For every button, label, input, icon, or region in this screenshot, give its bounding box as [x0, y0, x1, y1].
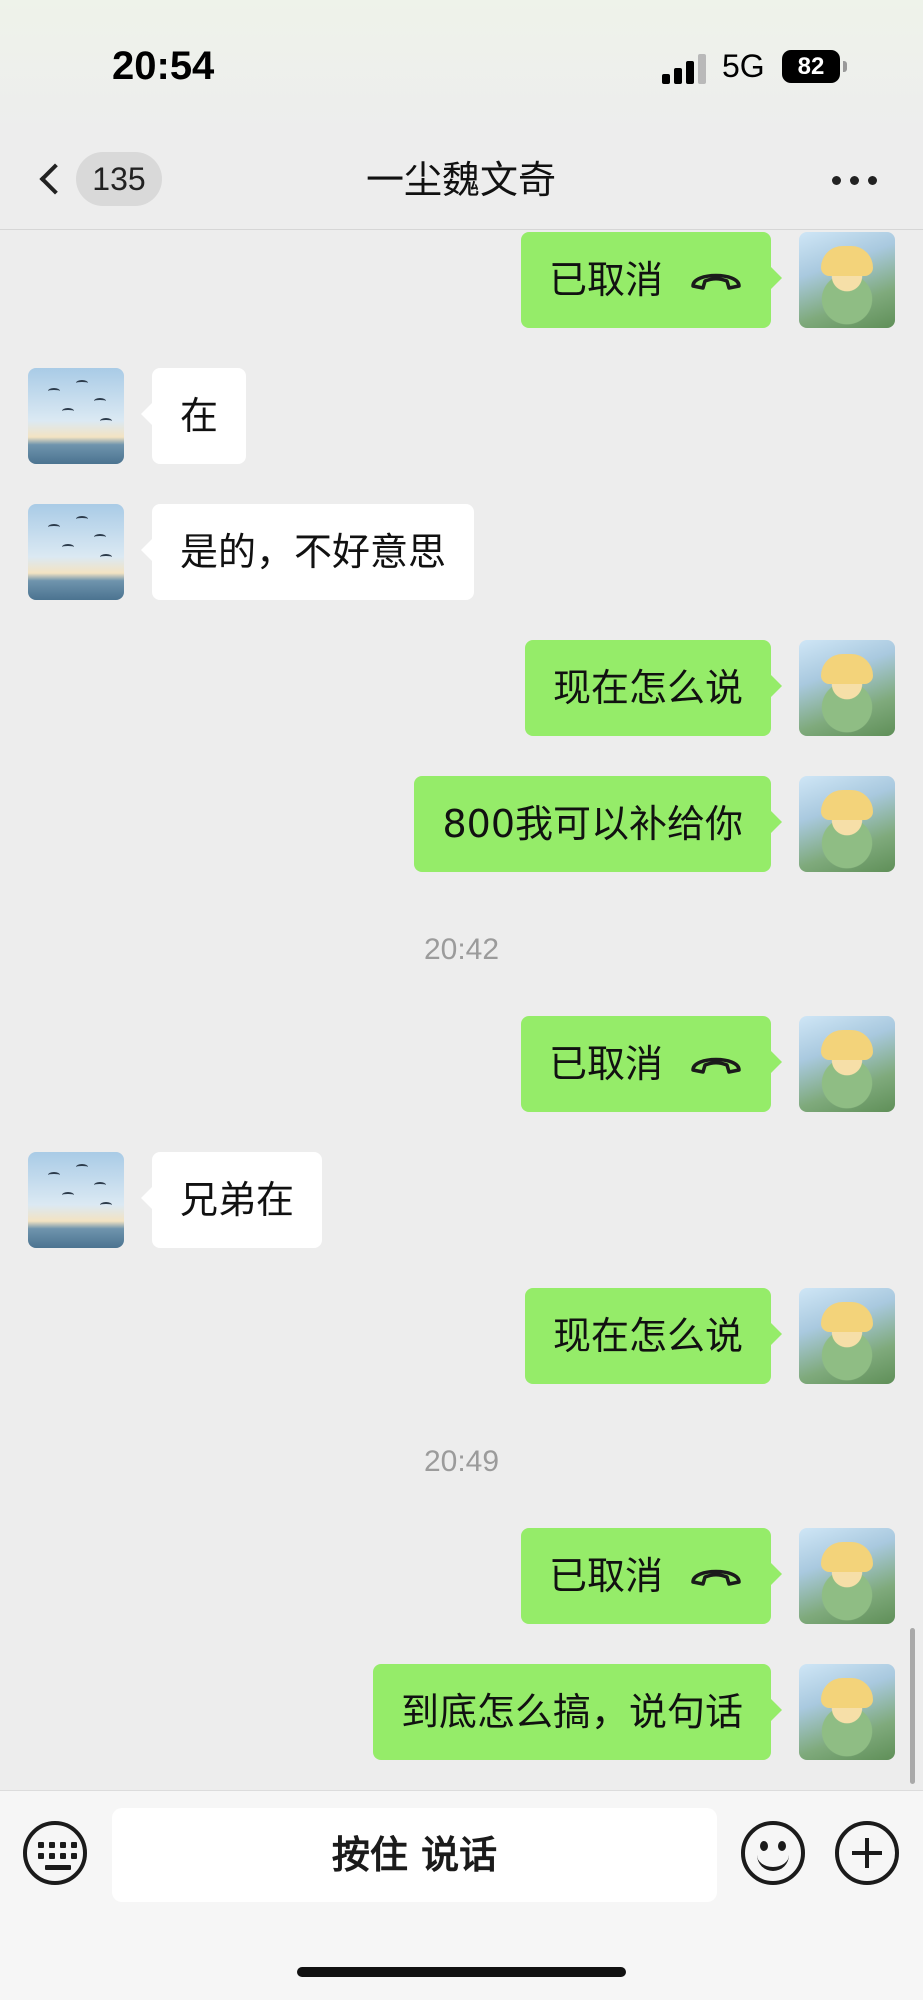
message-bubble[interactable]: 兄弟在 [140, 1152, 323, 1248]
signal-icon [662, 52, 710, 84]
message-row: 800我可以补给你 [0, 776, 923, 872]
my-avatar[interactable] [799, 1664, 895, 1760]
message-bubble[interactable]: 是的，不好意思 [140, 504, 475, 600]
message-bubble[interactable]: 800我可以补给你 [414, 776, 782, 872]
chat-header: 135 一尘魏文奇 [0, 130, 923, 230]
keyboard-icon[interactable] [23, 1821, 87, 1885]
call-declined-icon [691, 1057, 741, 1074]
message-bubble[interactable]: 在 [140, 368, 247, 464]
message-timestamp: 20:42 [423, 933, 500, 966]
scrollbar[interactable] [910, 1628, 915, 1784]
my-avatar[interactable] [799, 1528, 895, 1624]
call-canceled-bubble[interactable]: 已取消 [520, 1016, 783, 1112]
call-canceled-bubble[interactable]: 已取消 [520, 232, 783, 328]
message-text: 已取消 [548, 1042, 663, 1086]
back-button[interactable]: 135 [30, 152, 170, 208]
message-row: 到底怎么搞，说句话 [0, 1664, 923, 1760]
contact-avatar[interactable] [28, 368, 124, 464]
status-bar: 20:54 5G 82 [0, 0, 923, 130]
message-text: 已取消 [548, 258, 663, 302]
more-options-button[interactable] [832, 176, 878, 188]
status-time: 20:54 [112, 44, 215, 88]
chat-title: 一尘魏文奇 [365, 158, 556, 202]
message-list[interactable]: 已取消 在 是的，不好意思 现在怎么说 800我可以补给你 20:42 已取消 [0, 230, 923, 1790]
my-avatar[interactable] [799, 640, 895, 736]
message-bubble[interactable]: 到底怎么搞，说句话 [372, 1664, 783, 1760]
my-avatar[interactable] [799, 1016, 895, 1112]
unread-count-badge: 135 [76, 152, 162, 206]
emoji-icon[interactable] [741, 1821, 805, 1885]
message-row: 兄弟在 [0, 1152, 923, 1248]
message-row: 已取消 [0, 1528, 923, 1624]
message-row: 现在怎么说 [0, 640, 923, 736]
hold-to-talk-button[interactable]: 按住 说话 [112, 1808, 717, 1902]
call-declined-icon [691, 273, 741, 290]
my-avatar[interactable] [799, 776, 895, 872]
input-bar: 按住 说话 [0, 1790, 923, 2000]
message-row: 已取消 [0, 232, 923, 328]
message-timestamp: 20:49 [423, 1445, 500, 1478]
chevron-left-icon [39, 163, 71, 195]
contact-avatar[interactable] [28, 1152, 124, 1248]
plus-icon[interactable] [835, 1821, 899, 1885]
contact-avatar[interactable] [28, 504, 124, 600]
my-avatar[interactable] [799, 232, 895, 328]
call-declined-icon [691, 1569, 741, 1586]
message-bubble[interactable]: 现在怎么说 [524, 640, 783, 736]
battery-icon: 82 [782, 50, 847, 83]
call-canceled-bubble[interactable]: 已取消 [520, 1528, 783, 1624]
network-type: 5G [722, 48, 765, 84]
message-bubble[interactable]: 现在怎么说 [524, 1288, 783, 1384]
home-indicator[interactable] [297, 1967, 626, 1977]
message-text: 已取消 [548, 1554, 663, 1598]
message-row: 现在怎么说 [0, 1288, 923, 1384]
message-row: 已取消 [0, 1016, 923, 1112]
my-avatar[interactable] [799, 1288, 895, 1384]
message-row: 在 [0, 368, 923, 464]
message-row: 是的，不好意思 [0, 504, 923, 600]
